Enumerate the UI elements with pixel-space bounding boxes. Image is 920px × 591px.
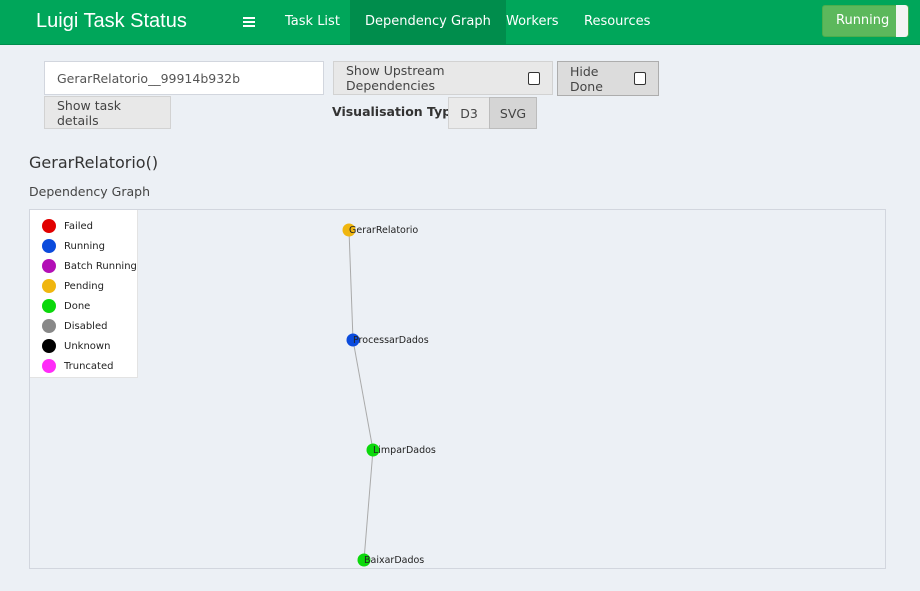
graph-node-label[interactable]: LimparDados <box>373 445 436 456</box>
graph-node-label[interactable]: BaixarDados <box>364 555 424 566</box>
graph-edge <box>363 449 374 561</box>
graph-node-label[interactable]: GerarRelatorio <box>349 225 418 236</box>
graph-edge <box>352 339 374 451</box>
dependency-graph-svg: GerarRelatorio ProcessarDados LimparDados B… <box>342 223 436 567</box>
graph-node-label[interactable]: ProcessarDados <box>353 335 429 346</box>
graph-edge <box>348 229 354 341</box>
